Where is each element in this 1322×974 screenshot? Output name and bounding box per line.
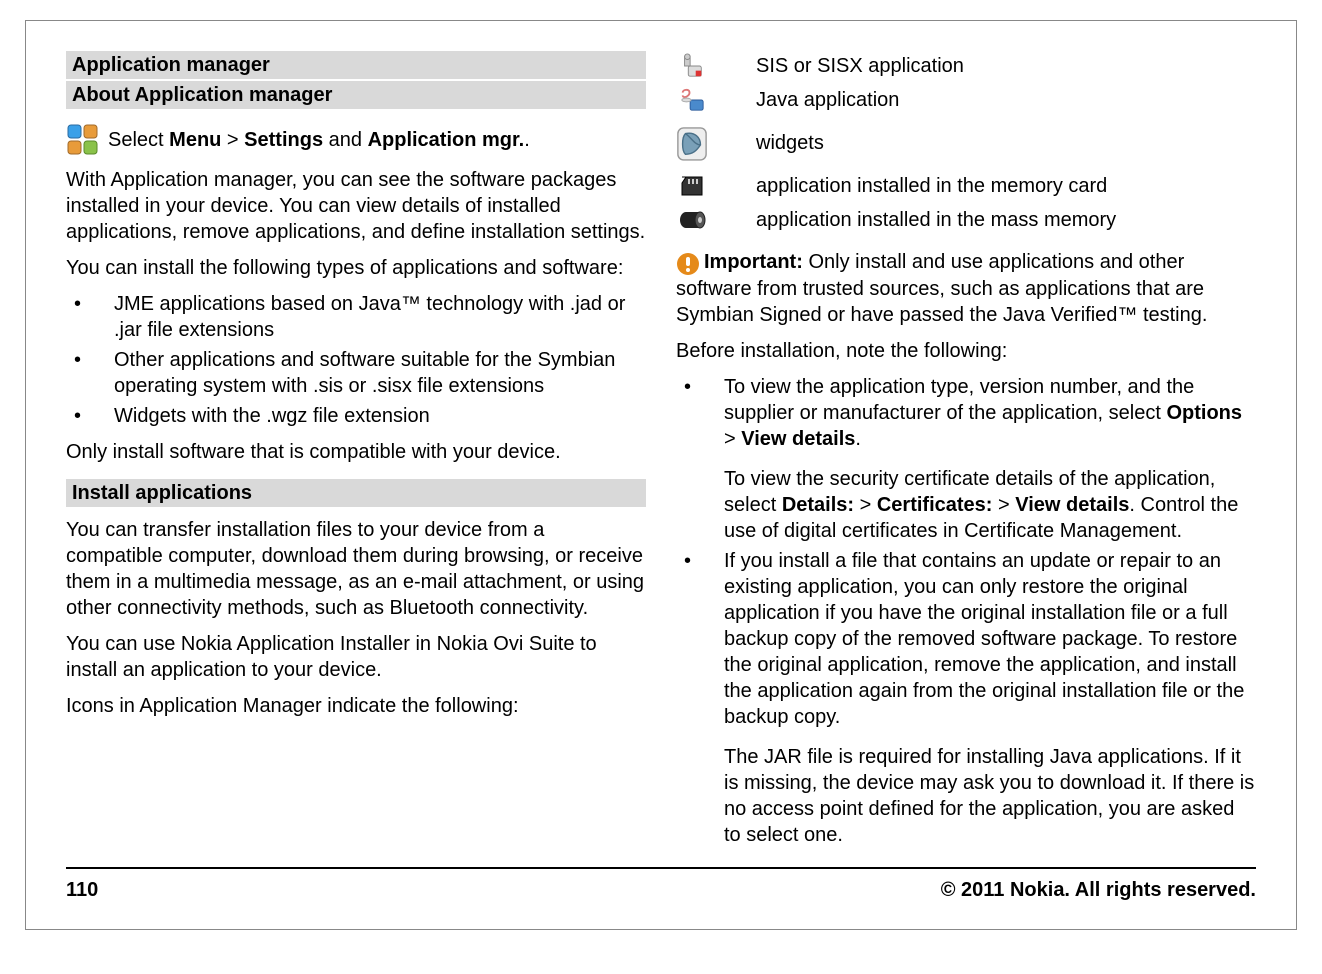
sub-paragraph: The JAR file is required for installing … — [724, 744, 1256, 848]
paragraph: Icons in Application Manager indicate th… — [66, 693, 646, 719]
paragraph: You can install the following types of a… — [66, 255, 646, 281]
important-label: Important: — [704, 251, 803, 273]
icon-label: SIS or SISX application — [756, 53, 1256, 79]
nav-text: Select Menu > Settings and Application m… — [108, 127, 530, 153]
right-column: SIS or SISX application Java application — [676, 51, 1256, 856]
page-number: 110 — [66, 877, 98, 903]
two-column-layout: Application manager About Application ma… — [66, 51, 1256, 856]
memory-card-icon — [676, 171, 708, 201]
mass-memory-icon — [676, 205, 708, 235]
list-item: Other applications and software suitable… — [66, 347, 646, 399]
sis-icon — [676, 51, 708, 81]
icon-label: widgets — [756, 130, 1256, 156]
paragraph: With Application manager, you can see th… — [66, 167, 646, 245]
page: Application manager About Application ma… — [25, 20, 1297, 930]
java-icon — [676, 85, 708, 115]
heading-app-manager: Application manager — [66, 51, 646, 79]
paragraph: Before installation, note the following: — [676, 338, 1256, 364]
before-install-list: To view the application type, version nu… — [676, 374, 1256, 848]
list-item: Widgets with the .wgz file extension — [66, 403, 646, 429]
heading-about: About Application manager — [66, 81, 646, 109]
widgets-icon — [676, 119, 708, 167]
app-manager-icon — [66, 123, 100, 157]
icon-label: Java application — [756, 87, 1256, 113]
list-item: If you install a file that contains an u… — [676, 548, 1256, 848]
paragraph: You can use Nokia Application Installer … — [66, 631, 646, 683]
left-column: Application manager About Application ma… — [66, 51, 646, 856]
page-footer: 110 © 2011 Nokia. All rights reserved. — [66, 867, 1256, 903]
icon-label: application installed in the mass memory — [756, 207, 1256, 233]
important-note: Important: Only install and use applicat… — [676, 249, 1256, 328]
copyright: © 2011 Nokia. All rights reserved. — [941, 877, 1256, 903]
icon-label: application installed in the memory card — [756, 173, 1256, 199]
install-types-list: JME applications based on Java™ technolo… — [66, 291, 646, 429]
list-item: JME applications based on Java™ technolo… — [66, 291, 646, 343]
sub-paragraph: To view the security certificate details… — [724, 466, 1256, 544]
navigation-path: Select Menu > Settings and Application m… — [66, 123, 646, 157]
list-item: To view the application type, version nu… — [676, 374, 1256, 544]
paragraph: Only install software that is compatible… — [66, 439, 646, 465]
icon-legend: SIS or SISX application Java application — [676, 51, 1256, 235]
paragraph: You can transfer installation files to y… — [66, 517, 646, 621]
heading-install-apps: Install applications — [66, 479, 646, 507]
warning-icon — [676, 252, 700, 276]
